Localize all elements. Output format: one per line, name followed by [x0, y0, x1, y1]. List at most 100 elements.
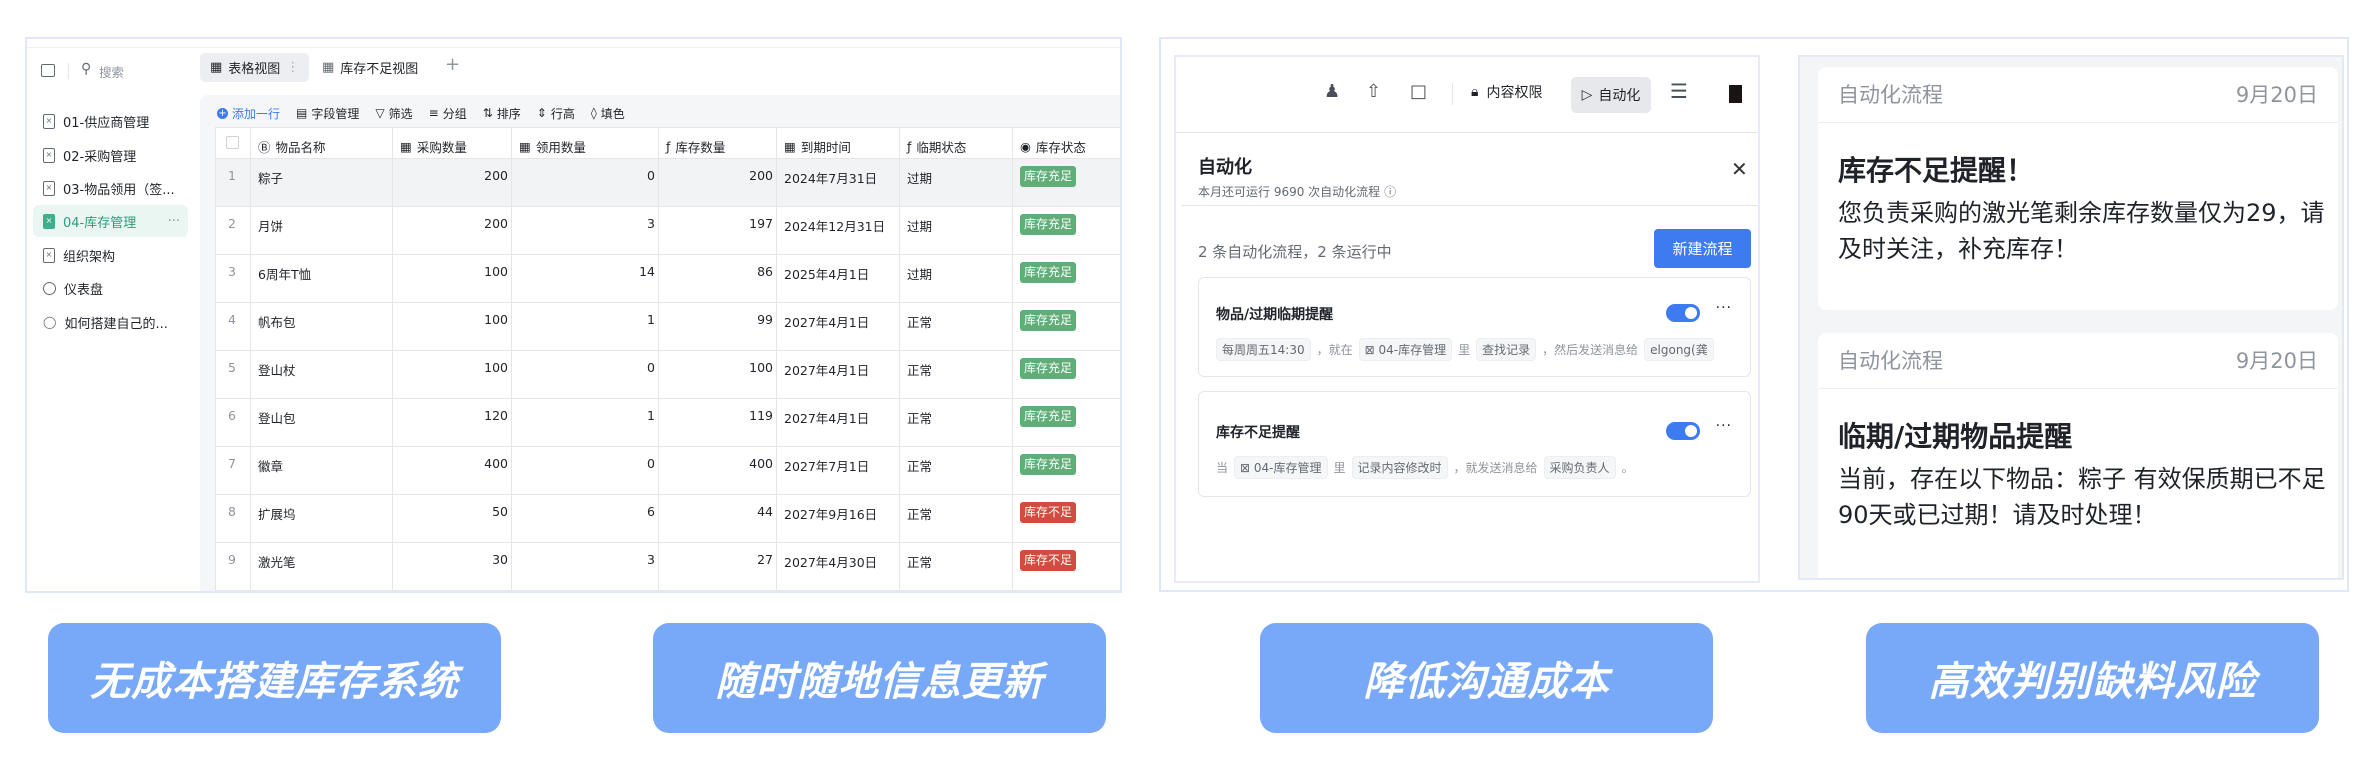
flow-tag[interactable]: 采购负责人 [1543, 456, 1616, 479]
cell-stock[interactable]: 200 [749, 168, 773, 183]
info-icon[interactable]: ⓘ [1384, 183, 1396, 200]
table-row[interactable]: 7 徽章 400 0 400 2027年7月1日 正常 库存充足 [216, 447, 1120, 495]
tab-low-stock-view[interactable]: ▦ 库存不足视图 [312, 53, 428, 82]
new-flow-button[interactable]: 新建流程 [1654, 229, 1751, 268]
share-icon[interactable]: ⇧ [1366, 81, 1381, 102]
cell-expire-date[interactable]: 2027年4月30日 [784, 552, 877, 571]
table-row[interactable]: 6 登山包 120 1 119 2027年4月1日 正常 库存充足 [216, 399, 1120, 447]
column-header-expire-state[interactable]: ƒ 临期状态 [907, 137, 966, 156]
group-button[interactable]: ≡ 分组 [429, 105, 467, 122]
cell-expire-state[interactable]: 正常 [907, 312, 932, 331]
column-header-used[interactable]: ▦ 领用数量 [519, 137, 586, 156]
sheet-tag[interactable]: ⊠ 04-库存管理 [1358, 338, 1453, 361]
cell-purchase[interactable]: 100 [484, 312, 508, 327]
cell-stock[interactable]: 99 [757, 312, 773, 327]
flow-card[interactable]: 物品/过期临期提醒 ··· 每周周五14:30 ，就在 ⊠ 04-库存管理里查找记录… [1198, 277, 1751, 377]
table-row[interactable]: 3 6周年T恤 100 14 86 2025年4月1日 过期 库存充足 [216, 255, 1120, 303]
cell-purchase[interactable]: 120 [484, 408, 508, 423]
flow-tag[interactable]: 每周周五14:30 [1216, 338, 1311, 361]
table-row[interactable]: 1 粽子 200 0 200 2024年7月31日 过期 库存充足 [216, 159, 1120, 207]
notification-card[interactable]: 自动化流程 9月20日 临期/过期物品提醒 当前，存在以下物品：粽子 有效保质期已… [1818, 333, 2338, 578]
add-row-button[interactable]: + 添加一行 [217, 105, 280, 122]
cell-name[interactable]: 帆布包 [258, 312, 296, 331]
column-header-stock-status[interactable]: ◉ 库存状态 [1020, 137, 1086, 156]
flow-toggle[interactable] [1666, 304, 1700, 322]
sidebar-item-dashboard[interactable]: 仪表盘 [33, 272, 188, 304]
table-row[interactable]: 9 激光笔 30 3 27 2027年4月30日 正常 库存不足 [216, 543, 1120, 591]
cell-expire-state[interactable]: 正常 [907, 360, 932, 379]
cell-name[interactable]: 粽子 [258, 168, 283, 187]
cell-stock[interactable]: 27 [757, 552, 773, 567]
cell-stock[interactable]: 100 [749, 360, 773, 375]
field-manage-button[interactable]: ▤ 字段管理 [296, 105, 359, 122]
feature-reduce-communication-button[interactable]: 降低沟通成本 [1260, 623, 1713, 733]
cell-used[interactable]: 0 [647, 360, 655, 375]
cell-name[interactable]: 扩展坞 [258, 504, 296, 523]
cell-expire-state[interactable]: 正常 [907, 408, 932, 427]
sidebar-item-suppliers[interactable]: × 01-供应商管理 [33, 105, 188, 137]
table-row[interactable]: 8 扩展坞 50 6 44 2027年9月16日 正常 库存不足 [216, 495, 1120, 543]
cell-used[interactable]: 14 [639, 264, 655, 279]
cell-name[interactable]: 登山杖 [258, 360, 296, 379]
cell-stock[interactable]: 86 [757, 264, 773, 279]
feature-realtime-update-button[interactable]: 随时随地信息更新 [653, 623, 1106, 733]
cell-used[interactable]: 6 [647, 504, 655, 519]
cell-name[interactable]: 月饼 [258, 216, 283, 235]
cell-used[interactable]: 0 [647, 456, 655, 471]
cell-stock[interactable]: 44 [757, 504, 773, 519]
cell-name[interactable]: 6周年T恤 [258, 264, 311, 283]
cell-expire-date[interactable]: 2024年12月31日 [784, 216, 885, 235]
sheet-tag[interactable]: ⊠ 04-库存管理 [1234, 456, 1328, 479]
cell-used[interactable]: 3 [647, 216, 655, 231]
table-row[interactable]: 2 月饼 200 3 197 2024年12月31日 过期 库存充足 [216, 207, 1120, 255]
cell-expire-state[interactable]: 正常 [907, 456, 932, 475]
cell-purchase[interactable]: 200 [484, 168, 508, 183]
fill-color-button[interactable]: ◊ 填色 [591, 105, 625, 122]
cell-expire-date[interactable]: 2027年9月16日 [784, 504, 877, 523]
cell-name[interactable]: 登山包 [258, 408, 296, 427]
more-icon[interactable]: ··· [168, 214, 180, 229]
column-header-stock[interactable]: ƒ 库存数量 [666, 137, 725, 156]
cell-expire-date[interactable]: 2027年4月1日 [784, 408, 869, 427]
cell-purchase[interactable]: 30 [492, 552, 508, 567]
flow-tag[interactable]: 查找记录 [1476, 338, 1537, 361]
cell-stock[interactable]: 400 [749, 456, 773, 471]
cell-expire-date[interactable]: 2027年4月1日 [784, 312, 869, 331]
cell-expire-state[interactable]: 正常 [907, 552, 932, 571]
automation-button[interactable]: ▷ 自动化 [1571, 77, 1651, 113]
flow-tag[interactable]: elgong(龚 [1644, 338, 1714, 361]
cell-expire-date[interactable]: 2025年4月1日 [784, 264, 869, 283]
feature-no-cost-button[interactable]: 无成本搭建库存系统 [48, 623, 501, 733]
cell-expire-state[interactable]: 过期 [907, 168, 932, 187]
sidebar-item-org[interactable]: × 组织架构 [33, 239, 188, 271]
filter-button[interactable]: ▽ 筛选 [375, 105, 412, 122]
cell-name[interactable]: 徽章 [258, 456, 283, 475]
row-height-button[interactable]: ⇕ 行高 [537, 105, 575, 122]
cell-expire-date[interactable]: 2024年7月31日 [784, 168, 877, 187]
table-row[interactable]: 5 登山杖 100 0 100 2027年4月1日 正常 库存充足 [216, 351, 1120, 399]
feature-risk-detection-button[interactable]: 高效判别缺料风险 [1866, 623, 2319, 733]
cell-purchase[interactable]: 100 [484, 264, 508, 279]
more-icon[interactable]: ··· [1716, 300, 1732, 316]
cell-stock[interactable]: 119 [749, 408, 773, 423]
flow-tag[interactable]: 记录内容修改时 [1351, 456, 1448, 479]
tab-menu-icon[interactable]: ⋮ [286, 60, 299, 75]
flow-card[interactable]: 库存不足提醒 ··· 当 ⊠ 04-库存管理里记录内容修改时 ，就发送消息给 采购负责… [1198, 391, 1751, 497]
cell-used[interactable]: 0 [647, 168, 655, 183]
column-header-expire[interactable]: ▦ 到期时间 [784, 137, 851, 156]
column-header-purchase[interactable]: ▦ 采购数量 [400, 137, 467, 156]
cell-expire-date[interactable]: 2027年7月1日 [784, 456, 869, 475]
close-icon[interactable]: ✕ [1731, 157, 1748, 181]
add-view-icon[interactable]: + [445, 54, 460, 75]
cell-expire-date[interactable]: 2027年4月1日 [784, 360, 869, 379]
menu-icon[interactable]: ☰ [1670, 79, 1688, 103]
sort-button[interactable]: ⇅ 排序 [483, 105, 521, 122]
cell-name[interactable]: 激光笔 [258, 552, 296, 571]
cell-used[interactable]: 1 [647, 312, 655, 327]
sidebar-toggle-icon[interactable] [41, 64, 55, 77]
more-icon[interactable]: ··· [1716, 418, 1732, 434]
cell-used[interactable]: 3 [647, 552, 655, 567]
avatar[interactable] [1729, 85, 1742, 103]
column-header-name[interactable]: Ⓑ 物品名称 [258, 137, 326, 156]
table-row[interactable]: 4 帆布包 100 1 99 2027年4月1日 正常 库存充足 [216, 303, 1120, 351]
